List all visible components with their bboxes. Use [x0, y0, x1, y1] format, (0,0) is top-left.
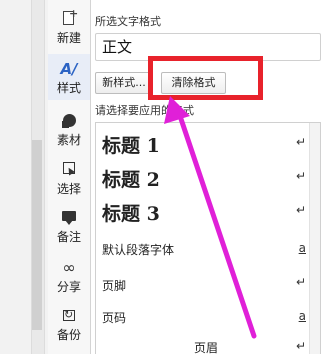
tool-new-label: 新建	[56, 31, 81, 45]
share-icon: ∞	[62, 258, 76, 277]
style-panel: 所选文字格式 正文 新样式... 清除格式 请选择要应用的格式 标题 1 ↵ 标…	[91, 0, 323, 354]
tool-material[interactable]: 素材	[48, 106, 90, 152]
tool-select-label: 选择	[56, 182, 81, 196]
tool-new[interactable]: 新建	[48, 4, 90, 50]
list-item[interactable]: 页码 a	[96, 299, 310, 333]
tool-style[interactable]: A/ 样式	[48, 54, 90, 100]
list-item[interactable]: 标题 3 ↵	[96, 195, 310, 229]
tool-share-label: 分享	[56, 280, 81, 294]
character-mark-icon: a	[298, 309, 306, 323]
highlight-annotation	[148, 56, 263, 100]
paragraph-mark-icon: ↵	[295, 169, 306, 183]
style-name: 标题 3	[102, 203, 160, 225]
style-name: 页脚	[102, 279, 127, 293]
material-icon	[59, 112, 79, 130]
paragraph-mark-icon: ↵	[295, 135, 306, 149]
tool-share[interactable]: ∞ 分享	[48, 253, 90, 299]
style-name: 默认段落字体	[102, 243, 175, 257]
paragraph-mark-icon: ↵	[295, 203, 306, 217]
current-format-heading: 所选文字格式	[95, 15, 161, 28]
style-list-scrollbar[interactable]	[309, 123, 320, 354]
list-item[interactable]: 默认段落字体 a	[96, 229, 310, 263]
paragraph-mark-icon: ↵	[295, 339, 306, 353]
style-icon: A/	[60, 60, 78, 78]
paragraph-mark-icon: ↵	[295, 275, 306, 289]
tool-material-label: 素材	[56, 133, 81, 147]
style-list: 标题 1 ↵ 标题 2 ↵ 标题 3 ↵ 默认段落字体 a 页脚 ↵ 页码 a …	[95, 122, 321, 354]
style-name: 页码	[102, 311, 127, 325]
apply-format-heading: 请选择要应用的格式	[95, 104, 194, 117]
list-item[interactable]: 标题 2 ↵	[96, 161, 310, 195]
tool-style-label: 样式	[56, 81, 81, 95]
tool-backup-label: 备份	[56, 328, 81, 342]
new-style-button[interactable]: 新样式...	[95, 72, 153, 94]
style-name: 页眉	[194, 341, 219, 354]
tool-backup[interactable]: 备份	[48, 301, 90, 347]
new-doc-icon	[59, 7, 79, 28]
style-name: 标题 2	[102, 169, 160, 191]
list-item[interactable]: 标题 1 ↵	[96, 127, 310, 161]
select-icon	[59, 161, 79, 179]
scrollbar-thumb[interactable]	[32, 140, 42, 330]
character-mark-icon: a	[298, 241, 306, 255]
list-item[interactable]: 页脚 ↵	[96, 263, 310, 297]
left-gutter	[0, 0, 49, 354]
tool-note[interactable]: 备注	[48, 203, 90, 249]
backup-icon	[59, 307, 79, 325]
side-toolbar: 新建 A/ 样式 素材 选择 备注 ∞ 分享 备份	[48, 0, 91, 354]
tool-select[interactable]: 选择	[48, 155, 90, 201]
tool-note-label: 备注	[56, 230, 81, 244]
style-name: 标题 1	[102, 135, 160, 157]
note-icon	[59, 209, 79, 227]
list-item[interactable]: 页眉 ↵	[96, 333, 310, 354]
